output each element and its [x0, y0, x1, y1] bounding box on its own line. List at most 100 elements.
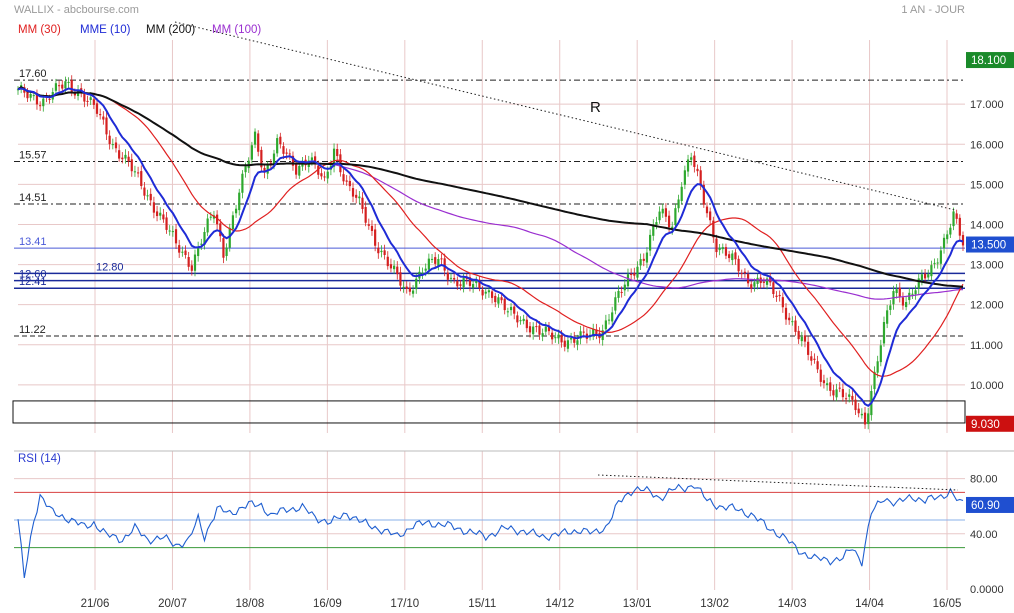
- candle-body: [734, 252, 737, 260]
- level-label: 15.57: [19, 150, 47, 162]
- candle-body: [709, 211, 712, 221]
- candle-body: [118, 150, 121, 159]
- candle-body: [459, 284, 462, 286]
- candle-body: [351, 188, 355, 197]
- candle-body: [898, 287, 901, 298]
- candle-body: [528, 326, 532, 333]
- candle-body: [816, 361, 819, 370]
- candle-body: [405, 286, 408, 289]
- candle-body: [361, 197, 364, 210]
- candle-body: [484, 291, 487, 294]
- candle-body: [920, 274, 924, 281]
- candle-body: [566, 340, 570, 349]
- candle-body: [449, 277, 453, 279]
- candle-body: [728, 254, 731, 259]
- candle-body: [380, 250, 383, 253]
- candle-body: [696, 168, 699, 172]
- candle-body: [393, 265, 396, 270]
- candle-body: [930, 265, 933, 277]
- candle-body: [724, 247, 728, 256]
- candle-body: [797, 330, 800, 340]
- candle-body: [364, 207, 367, 223]
- candle-body: [721, 247, 724, 250]
- candle-body: [472, 284, 475, 288]
- candle-body: [955, 213, 958, 219]
- candle-body: [83, 93, 86, 102]
- candle-body: [200, 243, 203, 245]
- candle-body: [946, 234, 949, 240]
- candle-body: [895, 289, 898, 294]
- candle-body: [48, 98, 51, 100]
- candle-body: [927, 274, 930, 278]
- candle-body: [607, 319, 611, 321]
- candle-body: [86, 100, 89, 102]
- candle-body: [867, 413, 870, 425]
- candle-body: [399, 272, 402, 286]
- candle-body: [626, 274, 630, 287]
- candle-body: [497, 297, 500, 304]
- candle-body: [61, 84, 64, 89]
- candle-body: [544, 326, 547, 332]
- candle-body: [825, 383, 829, 386]
- candle-body: [184, 250, 187, 256]
- candle-body: [541, 333, 544, 337]
- candle-body: [89, 97, 92, 100]
- candle-body: [822, 380, 826, 384]
- candle-body: [64, 81, 67, 89]
- candle-body: [832, 390, 835, 396]
- candle-body: [490, 291, 494, 298]
- candle-body: [784, 307, 788, 320]
- candle-body: [92, 99, 95, 105]
- candle-body: [680, 186, 683, 201]
- candle-body: [800, 336, 803, 342]
- x-tick-label: 21/06: [81, 598, 110, 610]
- candle-body: [772, 282, 775, 295]
- candle-body: [949, 227, 952, 235]
- candle-body: [857, 408, 860, 414]
- candle-body: [244, 166, 247, 173]
- candle-body: [133, 171, 137, 173]
- candle-body: [181, 251, 184, 253]
- candle-body: [440, 258, 443, 260]
- level-label: 12.80: [96, 261, 124, 273]
- rsi-tick-label: 0.0000: [970, 584, 1004, 596]
- candle-body: [775, 295, 778, 298]
- price-high-badge: 18.100: [971, 55, 1006, 67]
- candle-body: [187, 257, 190, 267]
- candle-body: [535, 326, 538, 328]
- candle-body: [519, 320, 522, 322]
- candle-body: [958, 217, 961, 236]
- candle-body: [649, 234, 652, 251]
- x-tick-label: 14/04: [855, 598, 884, 610]
- candle-body: [386, 256, 389, 267]
- candle-body: [576, 340, 579, 345]
- candle-body: [683, 170, 686, 185]
- candle-body: [731, 253, 734, 261]
- candle-body: [383, 250, 386, 255]
- candle-body: [879, 345, 882, 363]
- candle-body: [178, 245, 181, 253]
- candle-body: [620, 291, 623, 293]
- candle-body: [370, 225, 374, 231]
- candle-body: [658, 211, 661, 221]
- x-tick-label: 14/03: [778, 598, 807, 610]
- candle-body: [427, 258, 430, 270]
- candle-body: [456, 280, 459, 287]
- candle-body: [105, 117, 108, 135]
- candle-body: [705, 206, 709, 214]
- chart-title: WALLIX - abcbourse.com: [14, 4, 139, 16]
- candle-body: [54, 83, 58, 91]
- candle-body: [905, 302, 908, 308]
- candle-body: [374, 229, 377, 246]
- candle-body: [342, 174, 345, 182]
- candle-body: [326, 171, 329, 179]
- candle-body: [102, 116, 105, 120]
- candle-body: [810, 356, 813, 361]
- candle-body: [667, 215, 671, 228]
- candle-body: [250, 145, 253, 160]
- x-tick-label: 13/01: [623, 598, 652, 610]
- legend-mm200: MM (200): [146, 24, 195, 36]
- candle-body: [851, 395, 854, 400]
- level-label: 13.41: [19, 236, 47, 248]
- candle-body: [835, 389, 838, 398]
